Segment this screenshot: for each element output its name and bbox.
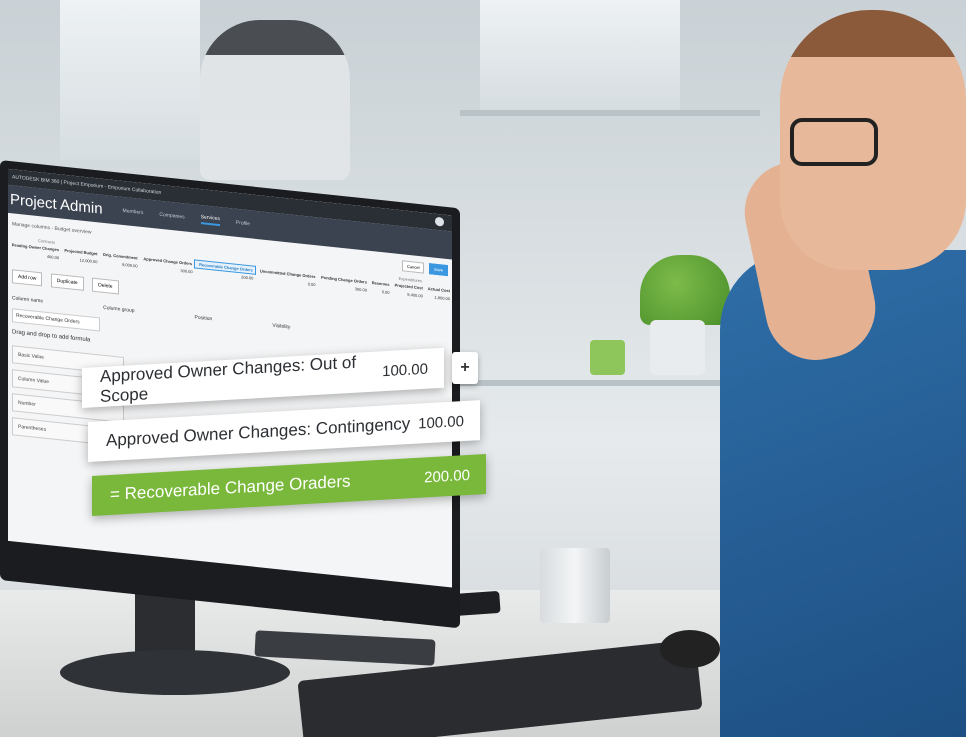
background-person xyxy=(200,20,350,180)
photo-scene: AUTODESK BIM 360 | Project Emporium - Em… xyxy=(0,0,966,737)
tab-profile[interactable]: Profile xyxy=(236,220,250,227)
page-title: Project Admin xyxy=(10,190,103,218)
add-row-button[interactable]: Add row xyxy=(12,269,43,287)
save-button[interactable]: Save xyxy=(428,262,448,276)
glass-cup xyxy=(540,548,610,623)
tab-members[interactable]: Members xyxy=(123,208,144,216)
tab-services[interactable]: Services xyxy=(200,214,220,227)
column-name-label: Column name xyxy=(12,295,44,305)
formula-card-value: 100.00 xyxy=(418,412,464,433)
plant-pot xyxy=(650,320,705,375)
window-background xyxy=(480,0,680,110)
formula-result-label: = Recoverable Change Oraders xyxy=(110,471,351,504)
formula-result-value: 200.00 xyxy=(424,466,470,486)
plant xyxy=(640,255,730,325)
avatar[interactable] xyxy=(435,216,444,227)
duplicate-button[interactable]: Duplicate xyxy=(50,273,84,291)
visibility-label: Visibility xyxy=(272,322,291,331)
position-label: Position xyxy=(194,314,213,323)
window-background xyxy=(60,0,200,160)
delete-button[interactable]: Delete xyxy=(92,277,119,295)
shelf xyxy=(460,110,760,116)
green-cup xyxy=(590,340,625,375)
breadcrumb: Manage columns - Budget overview xyxy=(12,221,92,236)
cancel-button[interactable]: Cancel xyxy=(402,259,425,274)
mouse xyxy=(660,630,720,668)
formula-card-value: 100.00 xyxy=(382,360,428,380)
tab-companies[interactable]: Companies xyxy=(159,212,184,221)
product-name: AUTODESK BIM 360 xyxy=(12,174,60,186)
column-group-label: Column group xyxy=(103,304,135,315)
add-formula-button[interactable]: + xyxy=(452,352,478,384)
eyeglasses xyxy=(790,118,878,166)
formula-card-label: Approved Owner Changes: Contingency xyxy=(106,413,411,450)
monitor-base xyxy=(60,650,290,695)
